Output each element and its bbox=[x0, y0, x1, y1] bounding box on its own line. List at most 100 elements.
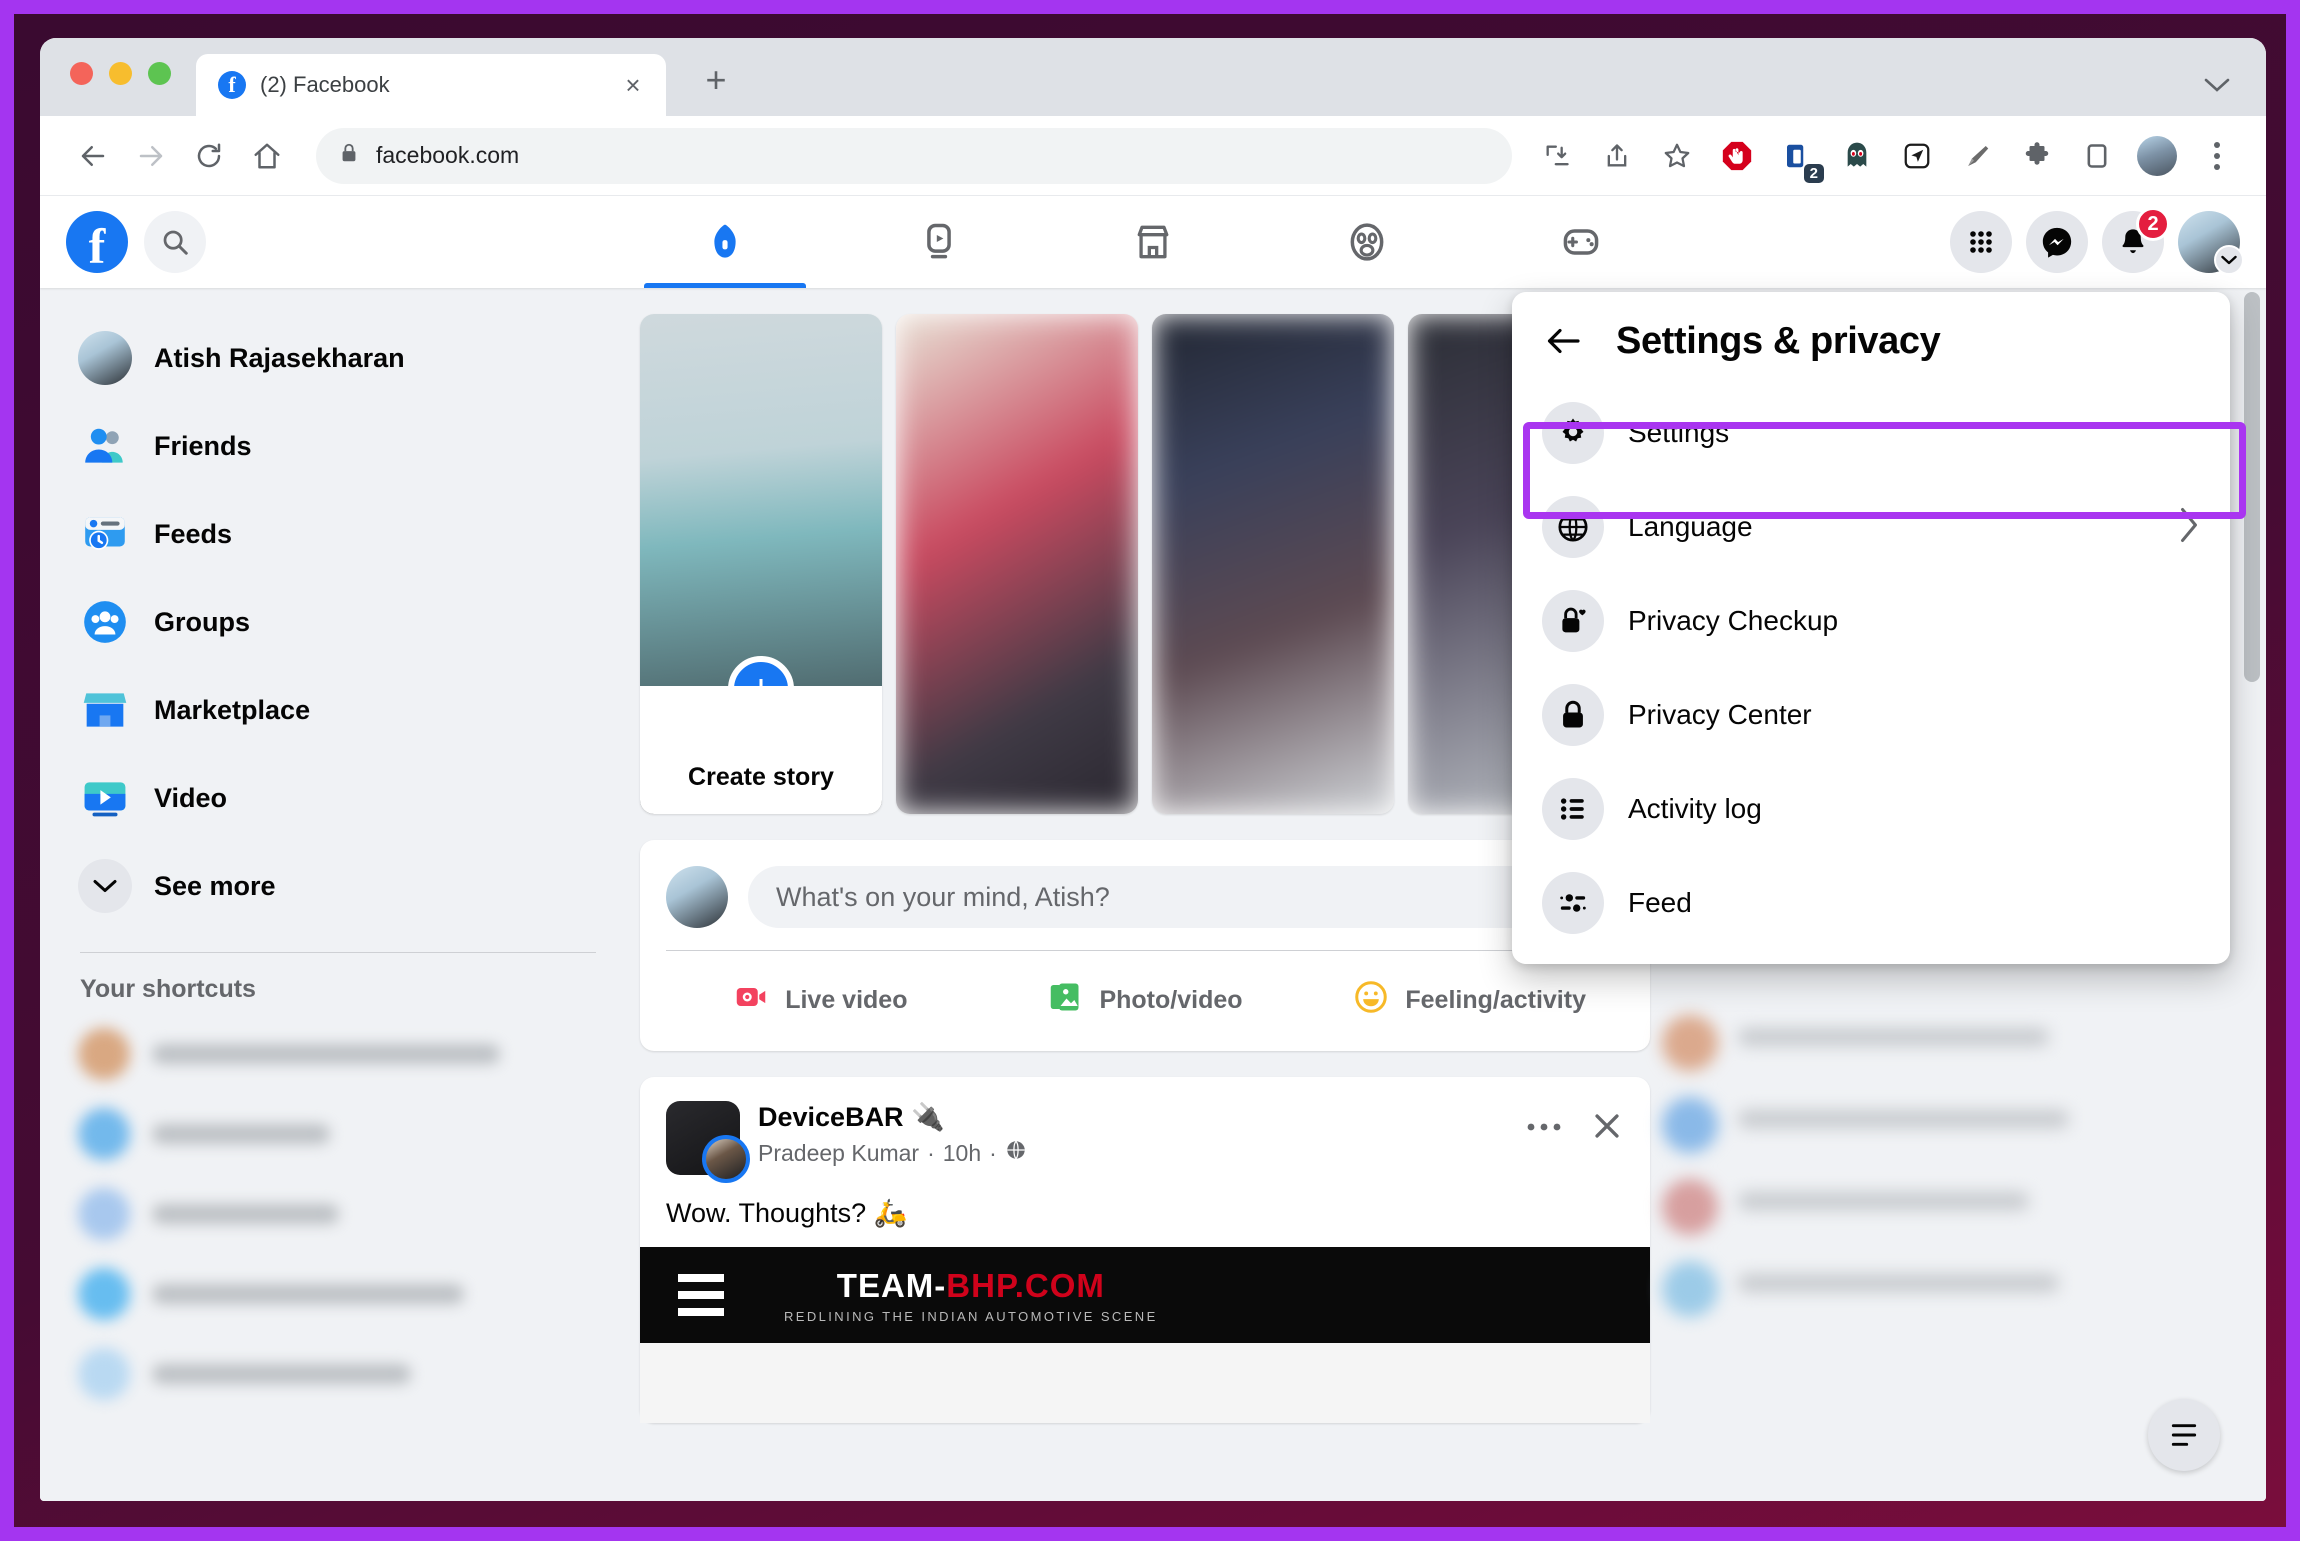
live-video-icon bbox=[733, 979, 769, 1022]
sidebar-item-friends[interactable]: Friends bbox=[66, 402, 610, 490]
browser-tab[interactable]: f (2) Facebook × bbox=[196, 54, 666, 116]
chrome-menu-icon[interactable] bbox=[2194, 133, 2240, 179]
list-item[interactable] bbox=[66, 1334, 610, 1414]
chat-fab-button[interactable] bbox=[2148, 1399, 2220, 1471]
composer-actions: Live video Photo/video Feeling/activity bbox=[640, 951, 1650, 1051]
sidebar-item-profile[interactable]: Atish Rajasekharan bbox=[66, 314, 610, 402]
avatar[interactable] bbox=[666, 866, 728, 928]
list-item[interactable] bbox=[1662, 1261, 2240, 1317]
share-icon[interactable] bbox=[1594, 133, 1640, 179]
menu-item-privacy-center[interactable]: Privacy Center bbox=[1520, 668, 2222, 762]
chevron-down-icon bbox=[2214, 245, 2244, 275]
menu-item-label: Settings bbox=[1628, 417, 1730, 448]
friends-icon bbox=[78, 419, 132, 473]
feeling-activity-button[interactable]: Feeling/activity bbox=[1307, 967, 1632, 1033]
nav-tab-home[interactable] bbox=[644, 196, 806, 288]
ghostery-icon[interactable] bbox=[1834, 133, 1880, 179]
dropdown-title: Settings & privacy bbox=[1616, 319, 1941, 362]
side-panel-icon[interactable] bbox=[2074, 133, 2120, 179]
address-bar[interactable]: facebook.com bbox=[316, 127, 1512, 184]
list-item[interactable] bbox=[66, 1254, 610, 1334]
nav-tab-gaming[interactable] bbox=[1500, 196, 1662, 288]
hamburger-icon[interactable] bbox=[678, 1274, 724, 1316]
embed-header: TEAM-BHP.COM REDLINING THE INDIAN AUTOMO… bbox=[640, 1247, 1650, 1343]
post-header: DeviceBAR 🔌 Pradeep Kumar · 10h · bbox=[640, 1077, 1650, 1183]
sidebar-item-video[interactable]: Video bbox=[66, 754, 610, 842]
list-item[interactable] bbox=[1662, 1015, 2240, 1071]
dropdown-header: Settings & privacy bbox=[1512, 292, 2230, 386]
bookmark-star-icon[interactable] bbox=[1654, 133, 1700, 179]
story-card[interactable] bbox=[1152, 314, 1394, 814]
account-menu-button[interactable] bbox=[2178, 211, 2244, 275]
page-scrollbar[interactable] bbox=[2244, 292, 2260, 1491]
marketplace-icon bbox=[78, 683, 132, 737]
pen-icon[interactable] bbox=[1954, 133, 2000, 179]
list-item[interactable] bbox=[1662, 1097, 2240, 1153]
scrollbar-thumb[interactable] bbox=[2244, 292, 2260, 682]
photo-video-button[interactable]: Photo/video bbox=[983, 967, 1308, 1033]
bell-icon[interactable]: 2 bbox=[2102, 207, 2170, 273]
composer-input[interactable]: What's on your mind, Atish? bbox=[748, 866, 1624, 928]
create-story-card[interactable]: + Create story bbox=[640, 314, 882, 814]
nav-tab-video[interactable] bbox=[858, 196, 1020, 288]
menu-item-privacy-checkup[interactable]: Privacy Checkup bbox=[1520, 574, 2222, 668]
install-app-icon[interactable] bbox=[1534, 133, 1580, 179]
menu-item-language[interactable]: Language bbox=[1520, 480, 2222, 574]
post-embed[interactable]: TEAM-BHP.COM REDLINING THE INDIAN AUTOMO… bbox=[640, 1247, 1650, 1423]
tab-manager-icon[interactable]: 2 bbox=[1774, 133, 1824, 183]
live-video-button[interactable]: Live video bbox=[658, 967, 983, 1033]
messenger-icon[interactable] bbox=[2026, 211, 2088, 273]
list-item[interactable] bbox=[66, 1174, 610, 1254]
reload-icon[interactable] bbox=[182, 129, 236, 183]
close-icon[interactable] bbox=[1590, 1109, 1624, 1148]
back-arrow-icon[interactable] bbox=[1540, 318, 1586, 364]
nav-tab-groups[interactable] bbox=[1286, 196, 1448, 288]
post-meta: Pradeep Kumar · 10h · bbox=[758, 1139, 1027, 1167]
list-item[interactable] bbox=[66, 1014, 610, 1094]
post-avatar[interactable] bbox=[666, 1101, 750, 1183]
more-options-icon[interactable] bbox=[1526, 1120, 1562, 1138]
photo-video-icon bbox=[1047, 979, 1083, 1022]
story-card[interactable] bbox=[896, 314, 1138, 814]
grid-icon[interactable] bbox=[1950, 211, 2012, 273]
browser-tab-strip: f (2) Facebook × + bbox=[40, 38, 2266, 116]
sidebar-item-see-more[interactable]: See more bbox=[66, 842, 610, 930]
nav-tab-marketplace[interactable] bbox=[1072, 196, 1234, 288]
adblock-icon[interactable] bbox=[1714, 133, 1760, 179]
create-story-label: Create story bbox=[688, 763, 834, 791]
send-icon[interactable] bbox=[1894, 133, 1940, 179]
sidebar-item-label: See more bbox=[154, 870, 276, 901]
sidebar-item-label: Marketplace bbox=[154, 694, 311, 725]
home-icon[interactable] bbox=[240, 129, 294, 183]
list-item[interactable] bbox=[1662, 1179, 2240, 1235]
post-author[interactable]: Pradeep Kumar bbox=[758, 1140, 919, 1167]
menu-item-settings[interactable]: Settings bbox=[1520, 386, 2222, 480]
sidebar-item-groups[interactable]: Groups bbox=[66, 578, 610, 666]
gear-icon bbox=[1542, 402, 1604, 464]
maximize-window-button[interactable] bbox=[148, 61, 171, 85]
facebook-nav-tabs bbox=[40, 196, 2266, 288]
sidebar-item-label: Friends bbox=[154, 430, 252, 461]
sidebar-item-label: Video bbox=[154, 782, 228, 813]
menu-item-feed[interactable]: Feed bbox=[1520, 856, 2222, 950]
close-window-button[interactable] bbox=[70, 61, 93, 85]
minimize-window-button[interactable] bbox=[109, 61, 132, 85]
sidebar-item-label: Groups bbox=[154, 606, 251, 637]
chevron-right-icon bbox=[2178, 507, 2200, 548]
sidebar-item-feeds[interactable]: Feeds bbox=[66, 490, 610, 578]
post-group-name[interactable]: DeviceBAR 🔌 bbox=[758, 1101, 1027, 1133]
notification-badge: 2 bbox=[2136, 207, 2170, 241]
extensions-puzzle-icon[interactable] bbox=[2014, 133, 2060, 179]
back-arrow-icon[interactable] bbox=[66, 129, 120, 183]
new-tab-button[interactable]: + bbox=[694, 58, 738, 102]
browser-profile-avatar[interactable] bbox=[2134, 133, 2180, 179]
tab-search-chevron-down-icon[interactable] bbox=[2204, 69, 2230, 100]
globe-icon bbox=[1005, 1139, 1027, 1167]
sidebar-item-marketplace[interactable]: Marketplace bbox=[66, 666, 610, 754]
close-tab-icon[interactable]: × bbox=[618, 70, 648, 100]
menu-item-activity-log[interactable]: Activity log bbox=[1520, 762, 2222, 856]
list-item[interactable] bbox=[66, 1094, 610, 1174]
facebook-header: f 2 bbox=[40, 196, 2266, 288]
meta-dot: · bbox=[927, 1139, 935, 1166]
address-bar-url: facebook.com bbox=[376, 142, 520, 168]
